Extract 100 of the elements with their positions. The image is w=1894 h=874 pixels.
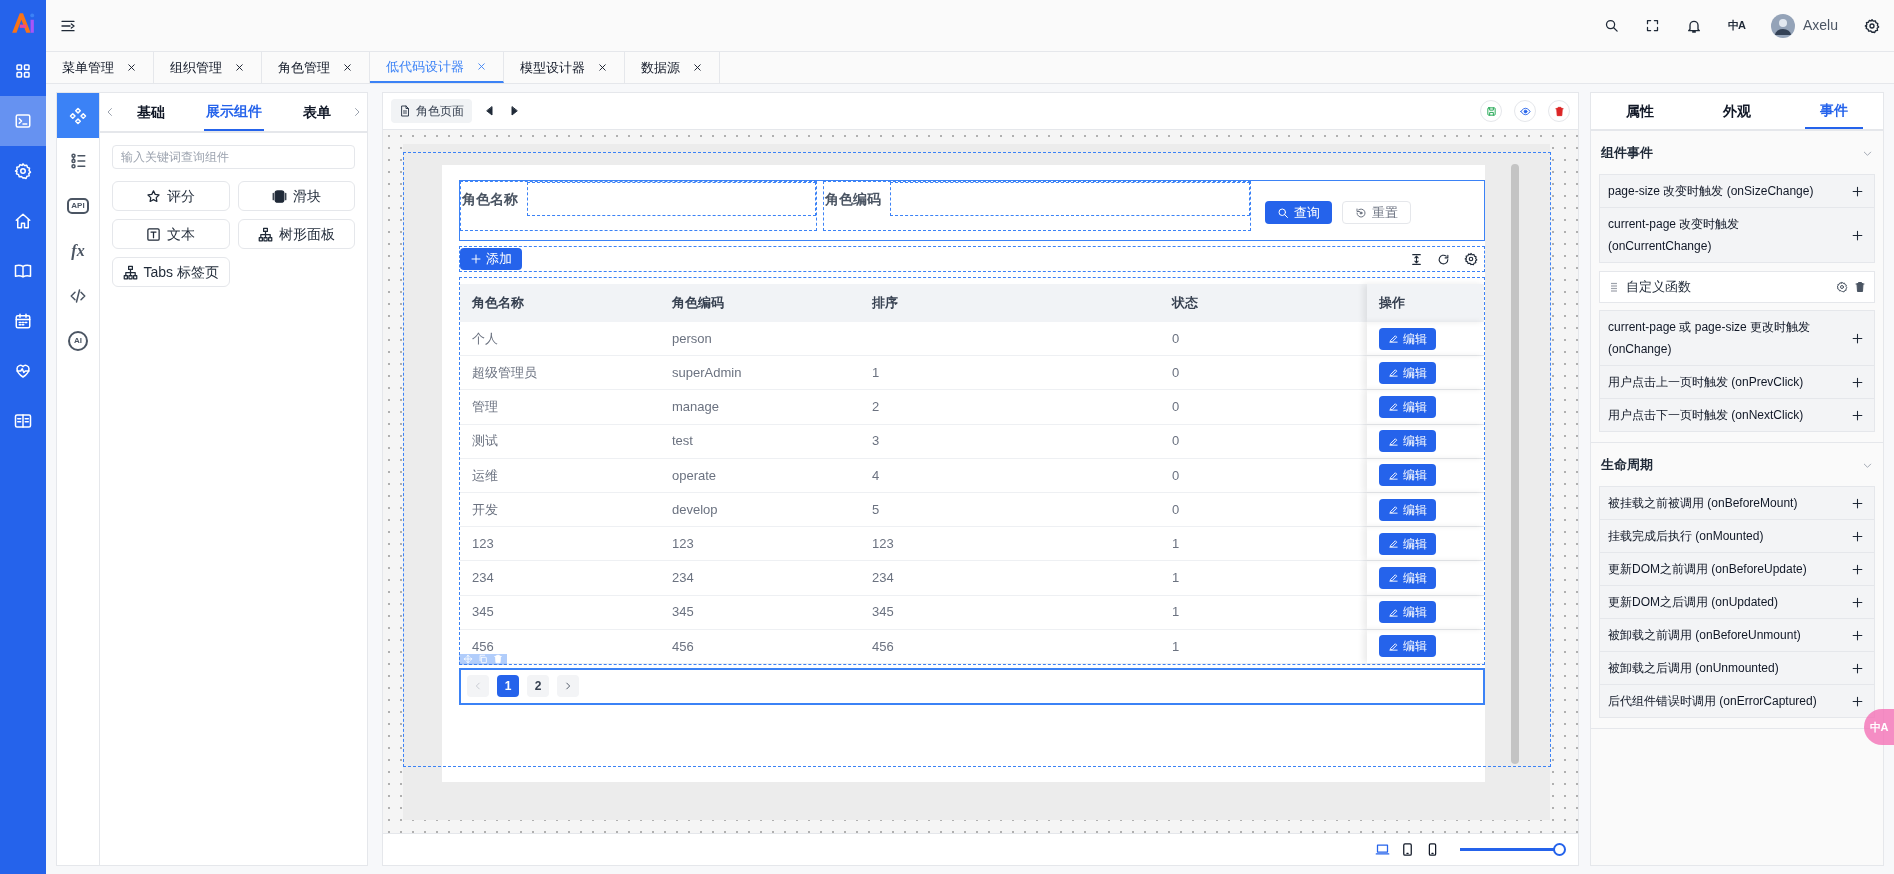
- move-icon[interactable]: [463, 654, 473, 665]
- avatar[interactable]: [1770, 13, 1795, 38]
- edit-button[interactable]: 编辑: [1379, 430, 1436, 453]
- add-event-button[interactable]: [1851, 375, 1864, 389]
- edit-button[interactable]: 编辑: [1379, 601, 1436, 624]
- tab[interactable]: 菜单管理: [46, 52, 154, 83]
- drag-handle-icon[interactable]: [1608, 281, 1620, 293]
- tab[interactable]: 低代码设计器: [370, 52, 504, 83]
- event-row[interactable]: 被挂载之前被调用 (onBeforeMount): [1599, 486, 1875, 520]
- edit-button[interactable]: 编辑: [1379, 361, 1436, 384]
- component-button[interactable]: 滑块: [237, 181, 355, 211]
- add-button[interactable]: 添加: [460, 248, 522, 270]
- event-row[interactable]: 后代组件错误时调用 (onErrorCaptured): [1599, 684, 1875, 718]
- add-event-button[interactable]: [1851, 628, 1864, 642]
- refresh-button[interactable]: [1437, 252, 1450, 266]
- reset-button[interactable]: 重置: [1342, 201, 1411, 224]
- event-row[interactable]: current-page 改变时触发 (onCurrentChange): [1599, 207, 1875, 263]
- language-button[interactable]: 中A: [1728, 20, 1745, 31]
- side-tool-button[interactable]: API: [57, 183, 99, 228]
- custom-function-row[interactable]: 自定义函数: [1599, 271, 1875, 303]
- edit-button[interactable]: 编辑: [1379, 464, 1436, 487]
- edit-button[interactable]: 编辑: [1379, 635, 1436, 658]
- redo-button[interactable]: [508, 105, 520, 117]
- panel-tab[interactable]: 属性: [1610, 93, 1669, 129]
- settings-icon: [1864, 17, 1880, 34]
- panel-tab[interactable]: 表单: [300, 93, 333, 131]
- table-cell-text: 开发: [472, 500, 498, 519]
- settings-button[interactable]: [1464, 252, 1478, 266]
- query-button[interactable]: 查询: [1265, 201, 1332, 224]
- add-event-button[interactable]: [1851, 529, 1864, 543]
- panel-tab[interactable]: 外观: [1708, 93, 1766, 129]
- text-icon: [146, 226, 162, 242]
- component-button[interactable]: 评分: [112, 181, 230, 211]
- section-header[interactable]: 组件事件: [1591, 131, 1883, 175]
- tab[interactable]: 角色管理: [262, 52, 370, 83]
- search-button[interactable]: [1604, 18, 1619, 33]
- undo-button[interactable]: [484, 105, 496, 117]
- add-event-button[interactable]: [1851, 331, 1864, 345]
- event-name: current-page 或 page-size 更改时触发 (onChange): [1608, 319, 1812, 358]
- close-icon[interactable]: [342, 62, 353, 73]
- event-row[interactable]: 更新DOM之前调用 (onBeforeUpdate): [1599, 552, 1875, 586]
- edit-button[interactable]: 编辑: [1379, 498, 1436, 521]
- input-field[interactable]: [527, 182, 816, 216]
- table-cell-text: 1: [1172, 569, 1180, 588]
- event-row[interactable]: 更新DOM之后调用 (onUpdated): [1599, 585, 1875, 619]
- add-event-button[interactable]: [1851, 661, 1864, 675]
- event-row[interactable]: current-page 或 page-size 更改时触发 (onChange): [1599, 310, 1875, 366]
- add-event-button[interactable]: [1851, 562, 1864, 576]
- tab[interactable]: 组织管理: [154, 52, 262, 83]
- page-button[interactable]: 1: [497, 675, 519, 698]
- fullscreen-button[interactable]: [1645, 18, 1660, 33]
- close-icon[interactable]: [692, 62, 703, 73]
- page-button[interactable]: 2: [527, 675, 549, 698]
- component-button[interactable]: 树形面板: [237, 219, 355, 249]
- copy-icon[interactable]: [478, 654, 488, 665]
- edit-button[interactable]: 编辑: [1379, 532, 1436, 555]
- edit-button[interactable]: 编辑: [1379, 566, 1436, 589]
- user-name[interactable]: Axelu: [1802, 15, 1838, 36]
- table-cell-text: 0: [1172, 466, 1180, 485]
- device-button[interactable]: [1400, 842, 1415, 857]
- add-event-button[interactable]: [1851, 228, 1864, 242]
- scrollbar[interactable]: [1511, 164, 1519, 764]
- add-event-button[interactable]: [1851, 496, 1864, 510]
- panel-tab[interactable]: 基础: [134, 93, 167, 131]
- panel-tab[interactable]: 事件: [1805, 93, 1864, 129]
- component-button[interactable]: Tabs 标签页: [112, 257, 230, 287]
- edit-button[interactable]: 编辑: [1379, 395, 1436, 418]
- add-event-button[interactable]: [1851, 408, 1864, 422]
- event-row[interactable]: 用户点击上一页时触发 (onPrevClick): [1599, 365, 1875, 399]
- event-row[interactable]: page-size 改变时触发 (onSizeChange): [1599, 174, 1875, 208]
- trash-icon[interactable]: [1854, 281, 1866, 293]
- row-height-button[interactable]: [1410, 252, 1423, 266]
- close-icon[interactable]: [126, 62, 137, 73]
- close-icon[interactable]: [597, 62, 608, 73]
- edit-button[interactable]: 编辑: [1379, 327, 1436, 350]
- search-field[interactable]: 输入关键词查询组件: [112, 145, 355, 169]
- slider-thumb[interactable]: [1553, 843, 1566, 856]
- settings-icon[interactable]: [1836, 281, 1848, 293]
- event-row[interactable]: 挂载完成后执行 (onMounted): [1599, 519, 1875, 553]
- close-icon[interactable]: [234, 62, 245, 73]
- settings-button[interactable]: [1864, 17, 1880, 34]
- zoom-slider[interactable]: [1460, 843, 1566, 856]
- table-cell-text: 1: [1172, 534, 1180, 553]
- input-field[interactable]: [890, 182, 1250, 216]
- section-header[interactable]: 生命周期: [1591, 443, 1883, 487]
- add-event-button[interactable]: [1851, 184, 1864, 198]
- tab[interactable]: 模型设计器: [504, 52, 625, 83]
- event-row[interactable]: 被卸载之前调用 (onBeforeUnmount): [1599, 618, 1875, 652]
- add-event-button[interactable]: [1851, 595, 1864, 609]
- event-row[interactable]: 用户点击下一页时触发 (onNextClick): [1599, 398, 1875, 432]
- component-button[interactable]: 文本: [112, 219, 230, 249]
- side-tool-button[interactable]: [57, 93, 99, 138]
- side-tool-button[interactable]: fx: [57, 228, 99, 273]
- side-tool-button[interactable]: AI: [57, 318, 99, 363]
- add-event-button[interactable]: [1851, 694, 1864, 708]
- tab[interactable]: 数据源: [625, 52, 720, 83]
- page-tab[interactable]: 角色页面: [391, 99, 472, 123]
- panel-tab[interactable]: 展示组件: [203, 93, 264, 131]
- laptop-icon: [1375, 842, 1390, 857]
- event-row[interactable]: 被卸载之后调用 (onUnmounted): [1599, 651, 1875, 685]
